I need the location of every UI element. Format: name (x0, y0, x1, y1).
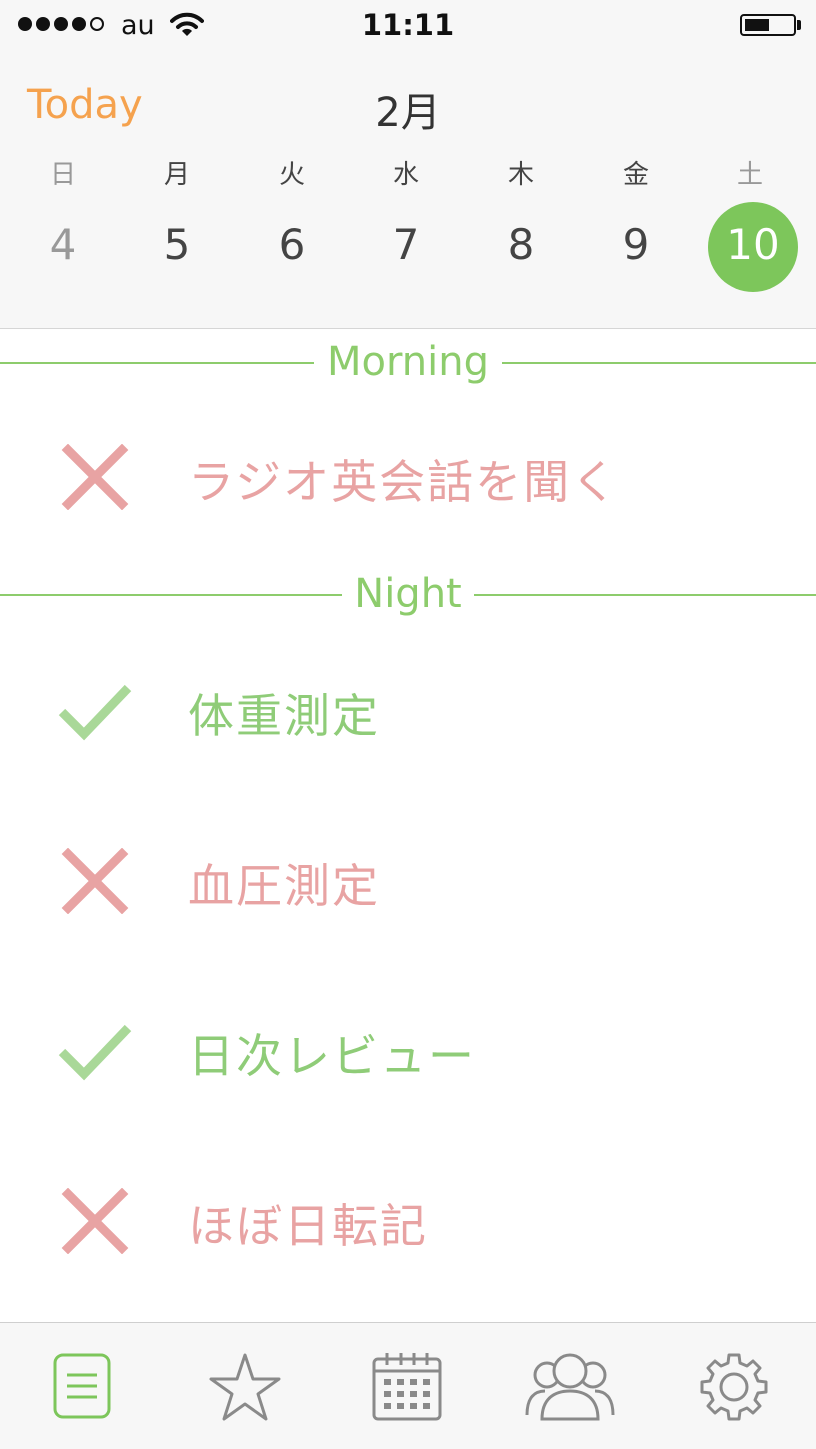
weekday-saturday: 土 (736, 160, 763, 190)
battery-icon (740, 14, 796, 36)
day-cell[interactable]: 9 (591, 202, 681, 292)
gear-icon (700, 1353, 768, 1421)
star-icon (209, 1353, 281, 1421)
weekday-monday: 月 (163, 160, 190, 190)
cross-icon (61, 1188, 129, 1254)
day-cell[interactable]: 8 (476, 202, 566, 292)
cross-icon (61, 444, 129, 510)
tab-favorites[interactable] (195, 1349, 295, 1429)
section-header-night: Night (0, 564, 816, 624)
list-icon (53, 1353, 111, 1419)
day-cell[interactable]: 4 (18, 202, 108, 292)
tab-list[interactable] (32, 1349, 132, 1429)
weekday-thursday: 木 (507, 160, 534, 190)
section-header-morning: Morning (0, 332, 816, 392)
task-label: 日次レビュー (188, 1029, 476, 1083)
weekday-tuesday: 火 (278, 160, 305, 190)
task-label: ラジオ英会話を聞く (188, 455, 620, 509)
day-cell[interactable]: 7 (361, 202, 451, 292)
divider (474, 594, 816, 596)
weekday-wednesday: 水 (392, 160, 419, 190)
task-label: ほぼ日転記 (188, 1199, 428, 1253)
day-cell-selected[interactable]: 10 (708, 202, 798, 292)
task-row[interactable]: 体重測定 (0, 648, 816, 768)
calendar-icon (372, 1353, 442, 1421)
task-row[interactable]: ほぼ日転記 (0, 1158, 816, 1278)
task-row[interactable]: ラジオ英会話を聞く (0, 414, 816, 534)
weekday-sunday: 日 (49, 160, 76, 190)
cross-icon (61, 848, 129, 914)
task-label: 血圧測定 (188, 859, 380, 913)
task-label: 体重測定 (188, 689, 380, 743)
day-cell[interactable]: 5 (132, 202, 222, 292)
divider (502, 362, 816, 364)
task-row[interactable]: 血圧測定 (0, 818, 816, 938)
tab-settings[interactable] (684, 1349, 784, 1429)
tab-bar (0, 1322, 816, 1449)
task-row[interactable]: 日次レビュー (0, 988, 816, 1108)
week-calendar-header: Today 2月 日 月 火 水 木 金 土 4 5 6 7 8 9 10 (0, 52, 816, 329)
tab-people[interactable] (520, 1349, 620, 1429)
month-title: 2月 (375, 90, 441, 136)
tab-calendar[interactable] (357, 1349, 457, 1429)
checkmark-icon (58, 1024, 132, 1081)
day-cell[interactable]: 6 (247, 202, 337, 292)
checkmark-icon (58, 684, 132, 741)
people-icon (525, 1353, 615, 1421)
status-bar: au 11:11 (0, 0, 816, 52)
battery-tip (797, 20, 801, 30)
weekday-friday: 金 (622, 160, 649, 190)
status-time: 11:11 (361, 8, 455, 42)
